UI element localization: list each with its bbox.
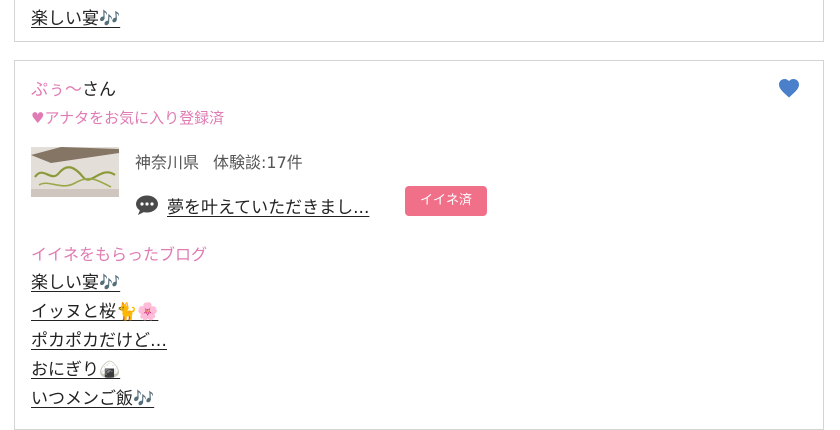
prefecture: 神奈川県 <box>135 153 200 172</box>
list-item: いつメンご飯🎶 <box>31 386 167 415</box>
user-card: ぷぅ〜さん ♥アナタをお気に入り登録済 神奈川県 体験談:17件 夢を叶えていただ… <box>14 60 824 430</box>
previous-user-card: 楽しい宴🎶 <box>14 0 824 42</box>
speech-bubble-icon <box>136 195 158 215</box>
previous-blog-link[interactable]: 楽しい宴🎶 <box>31 4 120 29</box>
profile-thumbnail[interactable] <box>31 147 119 197</box>
list-item: イッヌと桜🐈🌸 <box>31 299 167 328</box>
liked-blog-link[interactable]: イッヌと桜🐈🌸 <box>31 302 158 322</box>
experience-count: 体験談:17件 <box>213 153 303 172</box>
heart-icon[interactable] <box>777 75 801 101</box>
user-name-row: ぷぅ〜さん <box>31 75 116 100</box>
profile-info: 神奈川県 体験談:17件 <box>135 149 303 173</box>
liked-blog-link[interactable]: ポカポカだけど… <box>31 331 167 351</box>
liked-blogs-list: 楽しい宴🎶 イッヌと桜🐈🌸 ポカポカだけど… おにぎり🍙 いつメンご飯🎶 <box>31 270 167 415</box>
list-item: ポカポカだけど… <box>31 328 167 357</box>
liked-blogs-heading: イイネをもらったブログ <box>31 245 208 264</box>
list-item: おにぎり🍙 <box>31 357 167 386</box>
user-honorific: さん <box>82 80 116 100</box>
liked-blog-link[interactable]: いつメンご飯🎶 <box>31 389 154 409</box>
list-item: 楽しい宴🎶 <box>31 270 167 299</box>
liked-blog-link[interactable]: 楽しい宴🎶 <box>31 273 120 293</box>
liked-blog-link[interactable]: おにぎり🍙 <box>31 360 120 380</box>
latest-blog-link[interactable]: 夢を叶えていただきまし... <box>167 193 369 218</box>
thumbnail-image <box>31 147 119 197</box>
iine-done-button[interactable]: イイネ済 <box>405 186 487 216</box>
user-name[interactable]: ぷぅ〜 <box>31 80 82 100</box>
favorite-status: ♥アナタをお気に入り登録済 <box>31 109 225 127</box>
